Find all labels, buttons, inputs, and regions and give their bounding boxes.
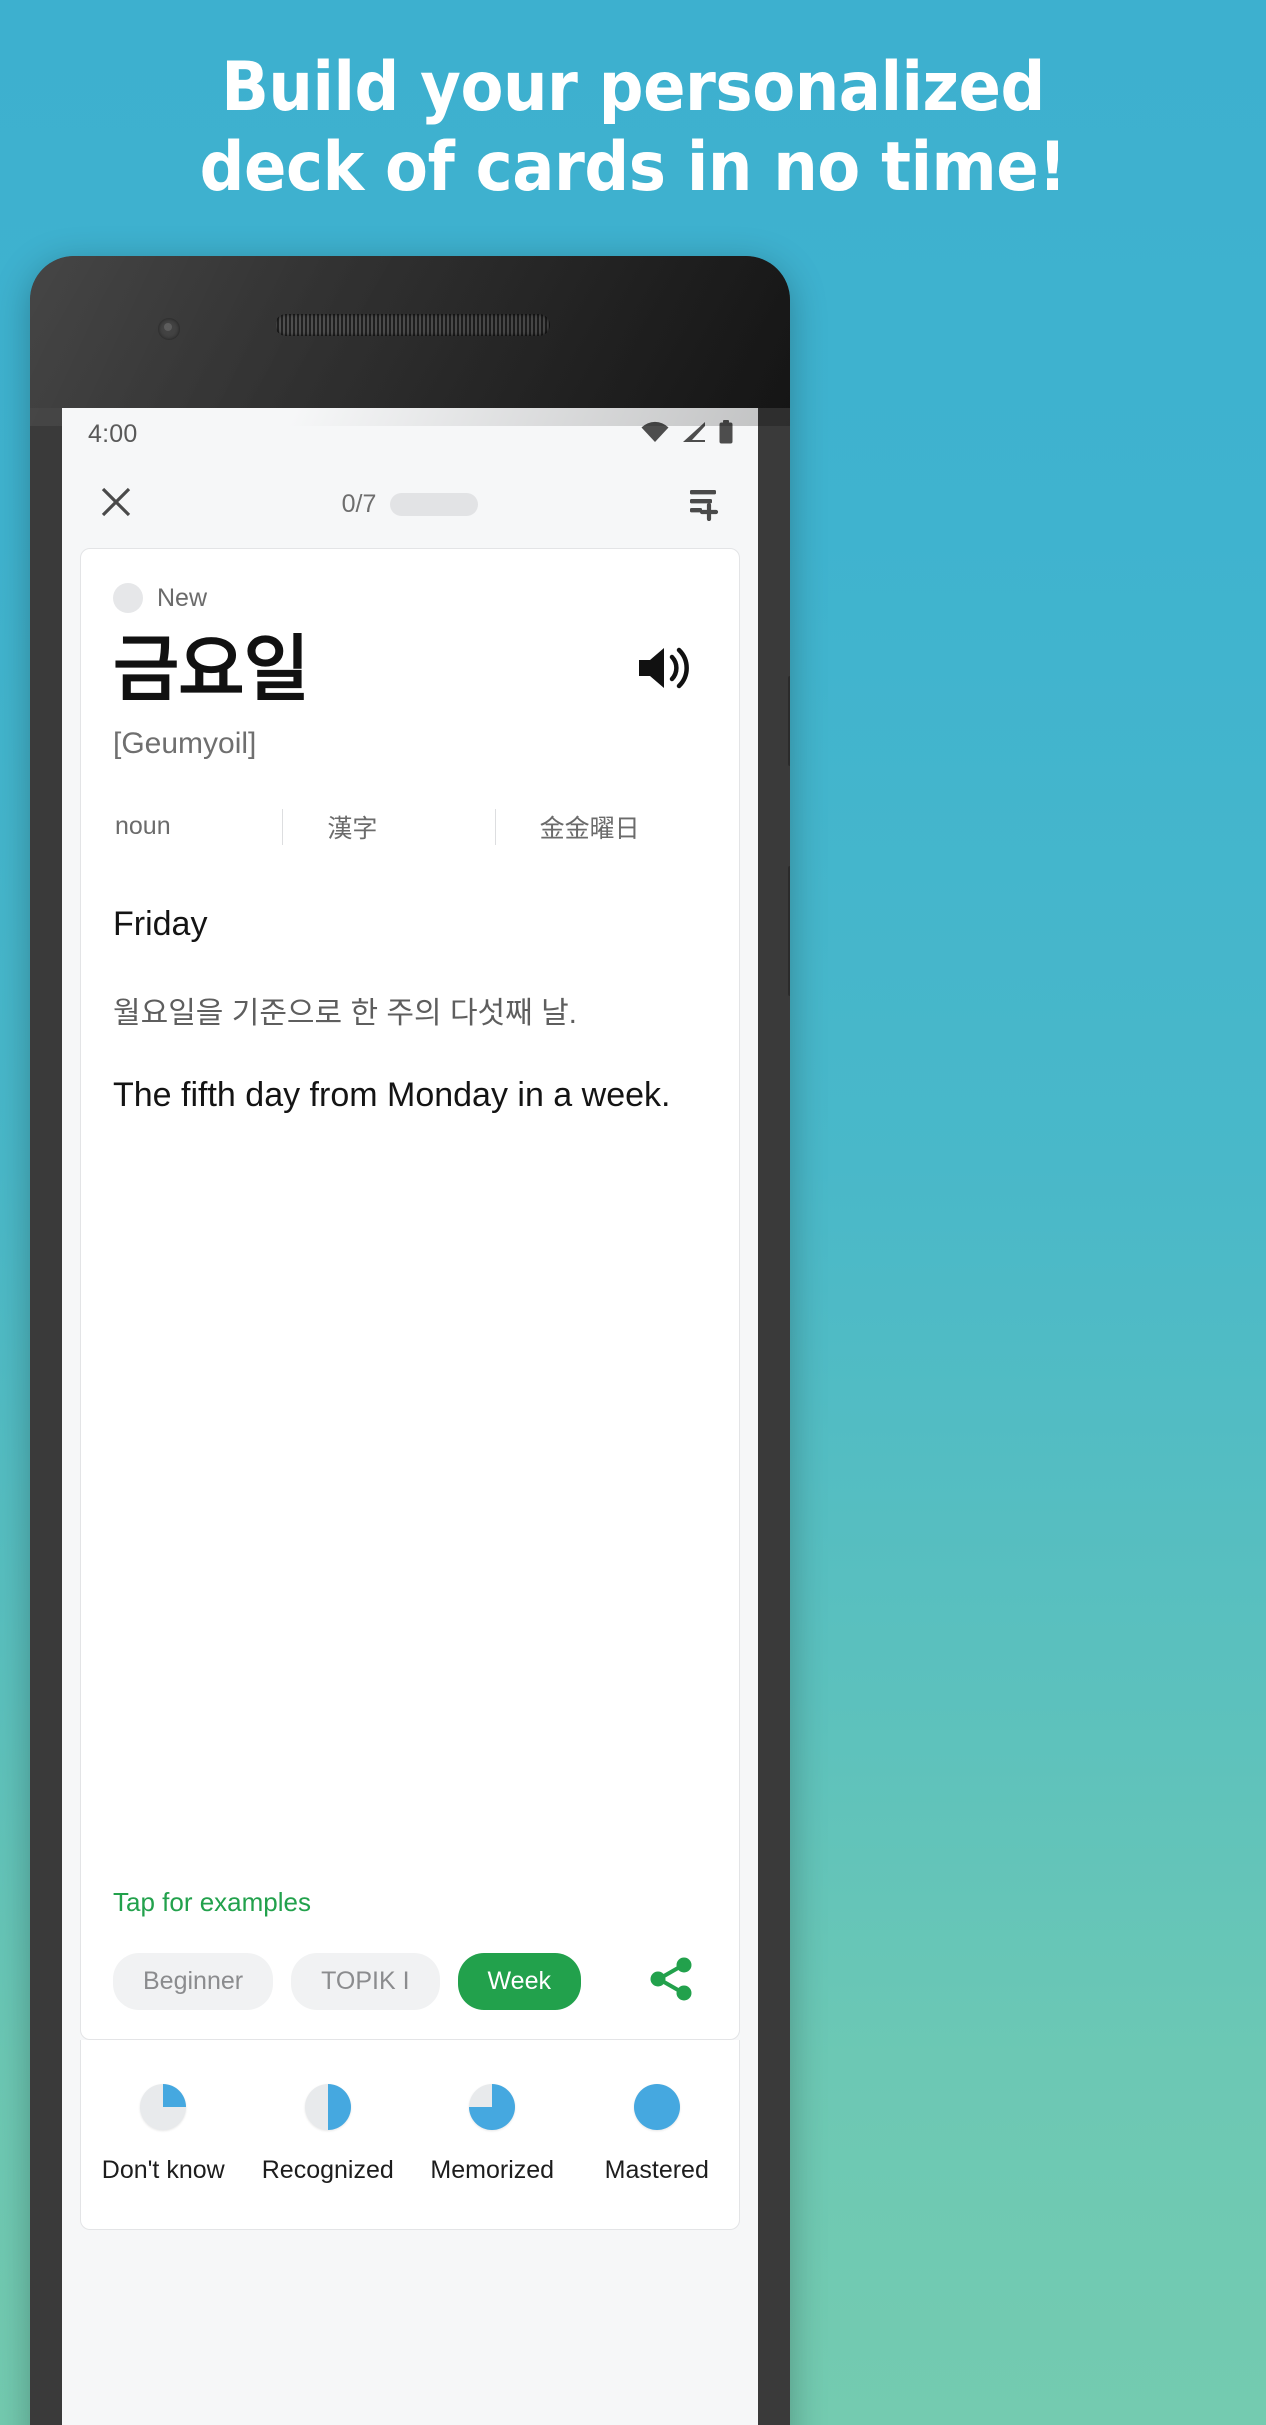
pie-quarter-icon — [140, 2084, 187, 2130]
card-romanization: [Geumyoil] — [113, 726, 257, 760]
phone-device: 4:00 0/7 New 금요일 [Geumyoil] noun 漢字 金金曜日… — [30, 256, 790, 2425]
card-definition: Friday — [113, 904, 208, 943]
tap-for-examples-link[interactable]: Tap for examples — [113, 1887, 707, 1918]
card-status-label: New — [157, 583, 208, 612]
playlist-add-icon — [682, 483, 720, 526]
power-button[interactable] — [788, 676, 790, 766]
share-button[interactable] — [637, 1948, 707, 2015]
card-definition-english: The fifth day from Monday in a week. — [113, 1075, 671, 1114]
rating-mastered[interactable]: Mastered — [575, 2084, 740, 2185]
add-to-deck-button[interactable] — [674, 477, 728, 531]
flashcard[interactable]: New 금요일 [Geumyoil] noun 漢字 金金曜日 Friday 월… — [80, 548, 740, 2040]
chip-topik-i[interactable]: TOPIK I — [291, 1953, 440, 2010]
meta-hanja-value: 金金曜日 — [494, 808, 707, 845]
play-pronunciation-button[interactable] — [627, 635, 701, 706]
pie-full-icon — [633, 2084, 680, 2130]
status-bar-icons — [640, 419, 734, 449]
card-status-row: New — [113, 583, 707, 613]
session-progress: 0/7 — [62, 490, 758, 519]
progress-bar[interactable] — [390, 492, 479, 516]
volume-up-icon — [635, 648, 693, 697]
card-spacer — [113, 1115, 707, 1887]
progress-count: 0/7 — [341, 489, 377, 518]
wifi-icon — [640, 421, 670, 448]
front-camera-icon — [158, 318, 180, 340]
promo-headline-line-1: Build your personalized — [221, 48, 1045, 127]
rating-bar: Don't know Recognized Memorized Mastered — [80, 2040, 740, 2230]
rating-memorized[interactable]: Memorized — [410, 2084, 575, 2185]
card-chips-row: Beginner TOPIK I Week — [113, 1948, 707, 2015]
rating-mastered-label: Mastered — [604, 2156, 709, 2184]
rating-dont-know-label: Don't know — [101, 2156, 225, 2184]
meta-hanja-label: 漢字 — [282, 808, 494, 845]
signal-icon — [681, 421, 707, 448]
card-word-row: 금요일 — [113, 630, 707, 710]
pie-three-quarter-icon — [469, 2084, 516, 2130]
promo-headline-line-2: deck of cards in no time! — [199, 128, 1067, 208]
earpiece-speaker-icon — [275, 314, 550, 336]
phone-screen: 4:00 0/7 New 금요일 [Geumyoil] noun 漢字 金金曜日… — [62, 408, 758, 2425]
rating-dont-know[interactable]: Don't know — [81, 2084, 246, 2185]
rating-memorized-label: Memorized — [430, 2156, 555, 2184]
pie-half-icon — [304, 2084, 351, 2130]
card-area: New 금요일 [Geumyoil] noun 漢字 金金曜日 Friday 월… — [62, 548, 758, 2425]
app-bar: 0/7 — [62, 460, 758, 548]
card-meta-row: noun 漢字 金金曜日 — [113, 808, 707, 845]
card-word: 금요일 — [113, 630, 310, 710]
close-button[interactable] — [90, 478, 142, 530]
meta-part-of-speech: noun — [115, 812, 171, 841]
card-definition-korean: 월요일을 기준으로 한 주의 다섯째 날. — [113, 996, 578, 1030]
share-icon — [647, 1957, 697, 2008]
close-icon — [98, 484, 134, 525]
promo-headline: Build your personalized deck of cards in… — [51, 48, 1216, 208]
status-dot-icon — [113, 583, 143, 613]
chip-beginner[interactable]: Beginner — [113, 1953, 274, 2010]
battery-icon — [718, 419, 734, 449]
rating-recognized-label: Recognized — [261, 2156, 394, 2184]
promo-screenshot: Build your personalized deck of cards in… — [0, 0, 1266, 2425]
phone-top-bezel — [30, 256, 790, 408]
volume-button[interactable] — [788, 866, 790, 996]
status-bar-clock: 4:00 — [88, 419, 138, 448]
rating-recognized[interactable]: Recognized — [246, 2084, 411, 2185]
status-bar: 4:00 — [62, 408, 758, 460]
chip-week[interactable]: Week — [457, 1953, 581, 2010]
